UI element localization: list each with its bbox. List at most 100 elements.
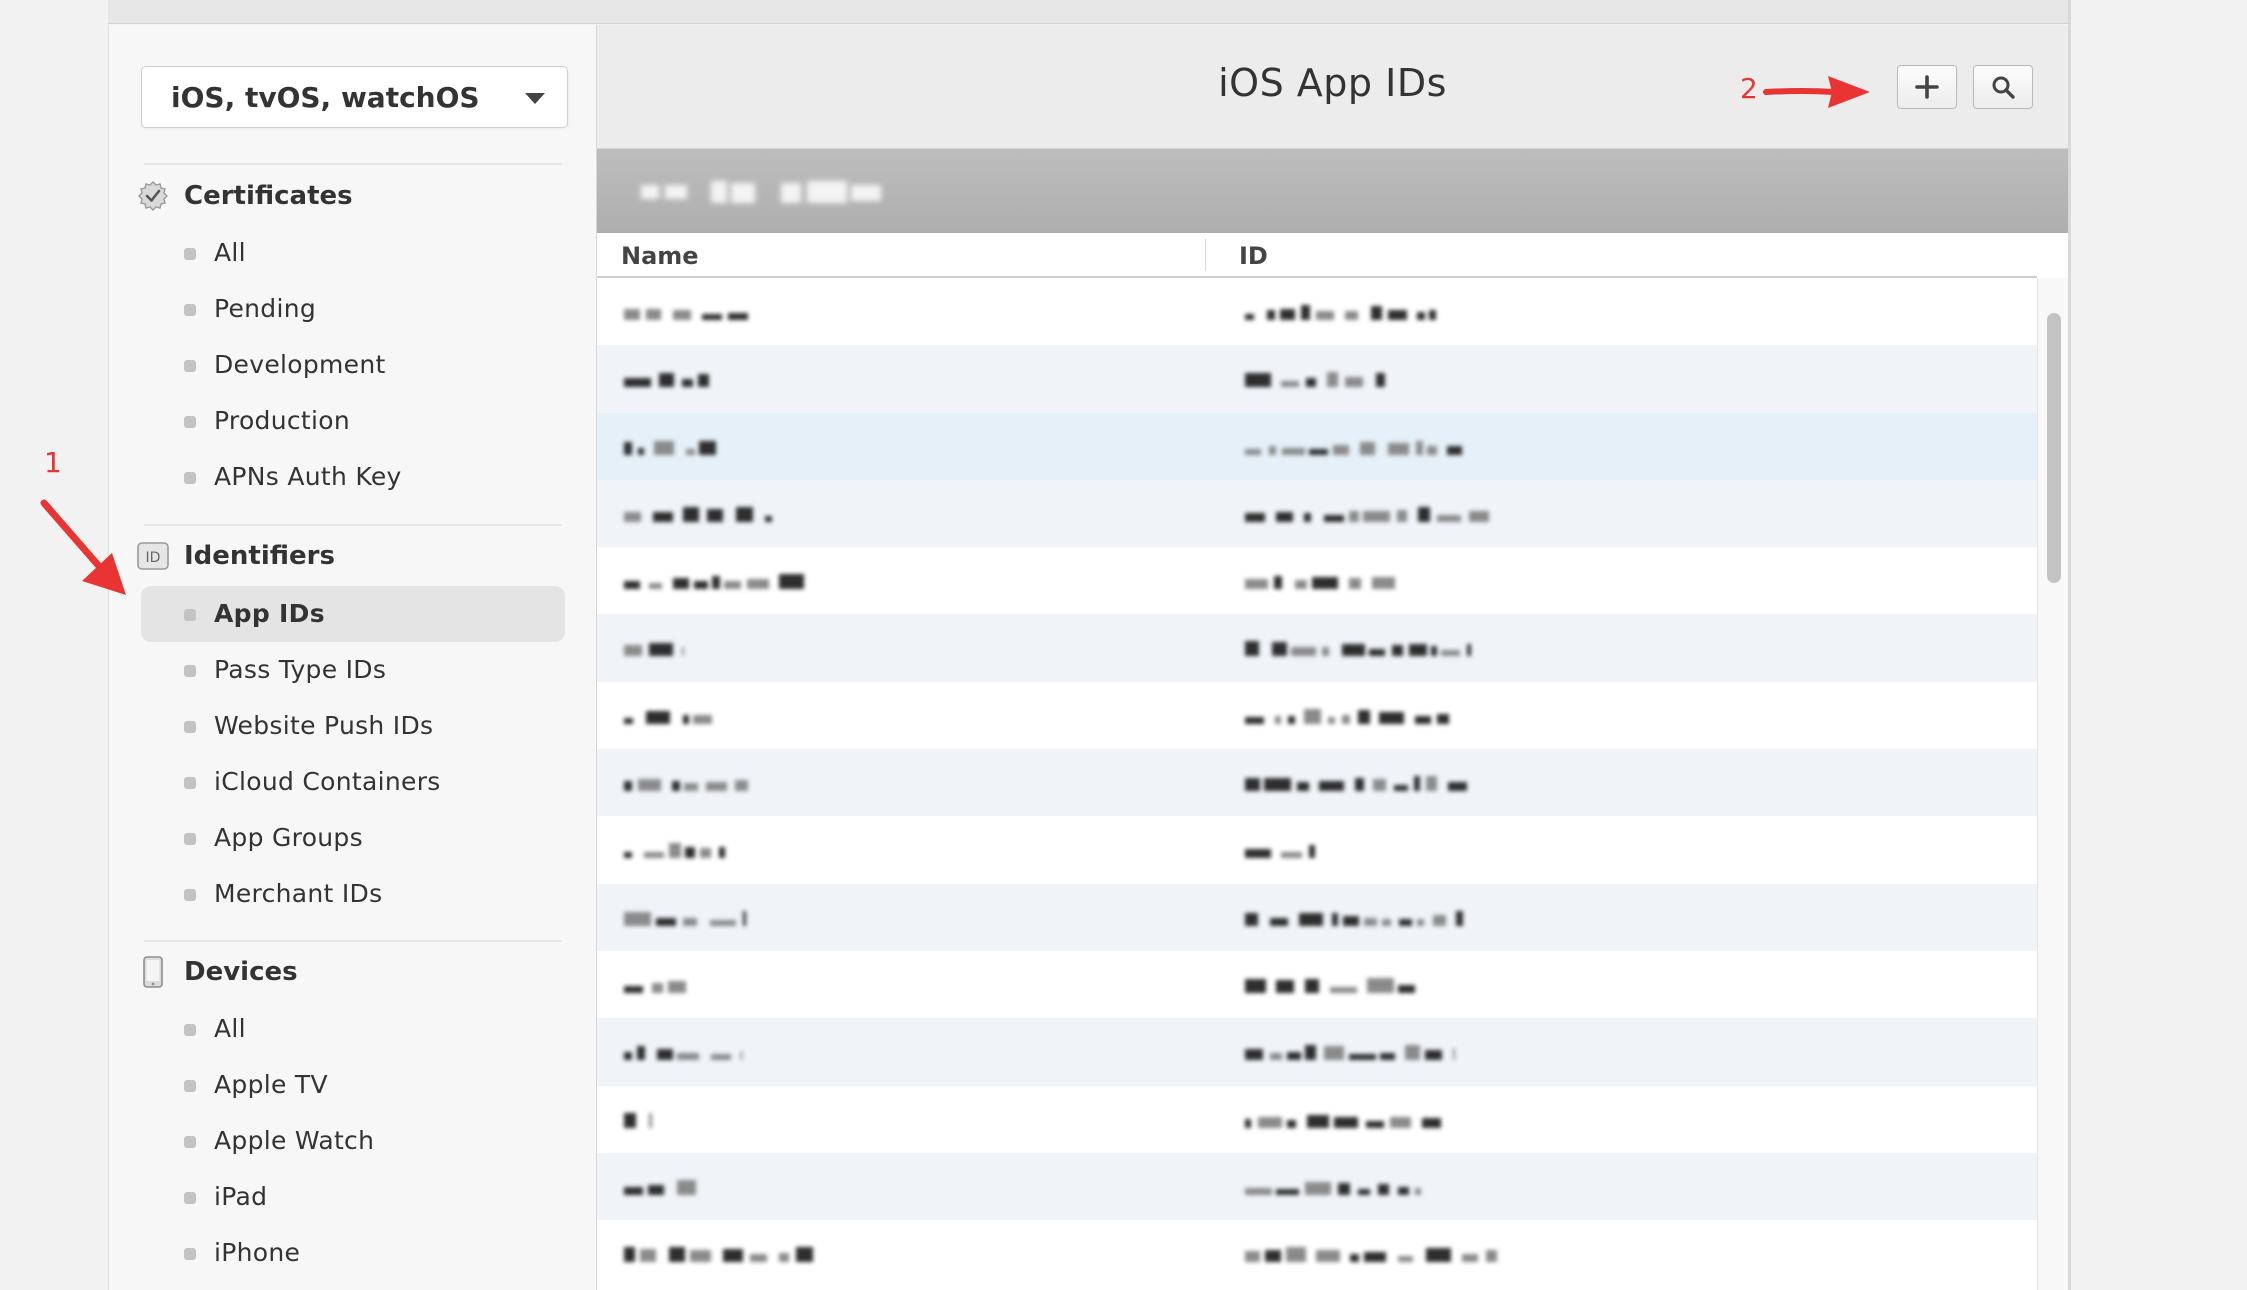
redacted-text xyxy=(624,843,725,859)
svg-text:ID: ID xyxy=(146,550,161,566)
bullet xyxy=(184,665,196,677)
table-row[interactable] xyxy=(597,1085,2037,1153)
redacted-text xyxy=(624,710,712,724)
table-row[interactable] xyxy=(597,278,2037,346)
sidebar-item-label: Pending xyxy=(214,294,317,323)
sidebar-item-label: iPhone xyxy=(214,1238,301,1267)
main-panel: iOS App IDs Name ID xyxy=(597,25,2068,1290)
sidebar-item-label: iPad xyxy=(214,1182,268,1211)
search-button[interactable] xyxy=(1973,65,2033,109)
sidebar-item-label: Apple Watch xyxy=(214,1126,375,1155)
sidebar-item-apple-tv[interactable]: Apple TV xyxy=(141,1057,565,1113)
table-row[interactable] xyxy=(597,749,2037,817)
column-header-name[interactable]: Name xyxy=(621,242,699,270)
platform-select[interactable]: iOS, tvOS, watchOS xyxy=(141,66,568,128)
sidebar-item-label: All xyxy=(214,238,246,267)
redacted-group-label xyxy=(641,181,881,203)
bullet xyxy=(184,833,196,845)
table-row[interactable] xyxy=(597,816,2037,884)
certificate-badge-icon xyxy=(137,180,169,212)
sidebar-item-merchant-ids[interactable]: Merchant IDs xyxy=(141,866,565,922)
sidebar-item-label: Pass Type IDs xyxy=(214,655,387,684)
section-title-certificates: Certificates xyxy=(184,181,353,211)
redacted-text xyxy=(624,440,716,455)
redacted-text xyxy=(1245,776,1467,792)
redacted-text xyxy=(624,980,686,993)
sidebar: iOS, tvOS, watchOS Certificates All Pend… xyxy=(108,25,597,1290)
add-button[interactable] xyxy=(1897,65,1957,109)
redacted-text xyxy=(1245,1247,1497,1263)
bullet xyxy=(184,1248,196,1260)
bullet xyxy=(184,304,196,316)
sidebar-item-production[interactable]: Production xyxy=(141,393,565,449)
id-badge-icon: ID xyxy=(137,540,169,572)
sidebar-item-website-push-ids[interactable]: Website Push IDs xyxy=(141,698,565,754)
window-edge xyxy=(2068,0,2071,1290)
platform-select-value: iOS, tvOS, watchOS xyxy=(171,81,480,114)
sidebar-item-label: Production xyxy=(214,406,351,435)
bullet xyxy=(184,1136,196,1148)
table-row[interactable] xyxy=(597,950,2037,1019)
redacted-text xyxy=(1245,372,1385,388)
redacted-text xyxy=(1245,910,1463,926)
scrollbar-thumb[interactable] xyxy=(2047,313,2061,583)
sidebar-item-devices-all[interactable]: All xyxy=(141,1001,565,1057)
redacted-text xyxy=(1245,1045,1455,1061)
table-header: Name ID xyxy=(597,233,2037,278)
sidebar-item-label: All xyxy=(214,1014,246,1043)
bullet xyxy=(184,1024,196,1036)
sidebar-item-label: App IDs xyxy=(214,599,325,628)
sidebar-item-label: APNs Auth Key xyxy=(214,462,402,491)
sidebar-item-app-ids[interactable]: App IDs xyxy=(141,586,565,642)
sidebar-item-apns-auth-key[interactable]: APNs Auth Key xyxy=(141,449,565,505)
annotation-arrow-1 xyxy=(40,499,126,595)
sidebar-item-label: App Groups xyxy=(214,823,363,852)
redacted-text xyxy=(1245,506,1489,522)
sidebar-item-pending[interactable]: Pending xyxy=(141,281,565,337)
sidebar-item-certificates-all[interactable]: All xyxy=(141,225,565,281)
redacted-text xyxy=(1245,1181,1421,1195)
bullet xyxy=(184,360,196,372)
app-id-list xyxy=(597,278,2037,1290)
table-row[interactable] xyxy=(597,1220,2037,1288)
table-row[interactable] xyxy=(597,1018,2037,1086)
table-row[interactable] xyxy=(597,547,2037,615)
group-bar xyxy=(597,149,2068,233)
bullet xyxy=(184,721,196,733)
search-icon xyxy=(1992,76,2015,99)
table-row[interactable] xyxy=(597,412,2037,480)
table-row[interactable] xyxy=(597,345,2037,413)
scrollbar[interactable] xyxy=(2037,278,2068,1290)
bullet xyxy=(184,1192,196,1204)
bullet xyxy=(184,472,196,484)
sidebar-item-label: Apple TV xyxy=(214,1070,328,1099)
table-row[interactable] xyxy=(597,1152,2037,1221)
table-row[interactable] xyxy=(597,479,2037,548)
top-strip xyxy=(108,0,2068,24)
bullet xyxy=(184,1080,196,1092)
redacted-text xyxy=(624,643,684,657)
sidebar-item-ipad[interactable]: iPad xyxy=(141,1169,565,1225)
sidebar-item-iphone[interactable]: iPhone xyxy=(141,1225,565,1281)
redacted-text xyxy=(1245,708,1449,724)
bullet xyxy=(184,416,196,428)
table-row[interactable] xyxy=(597,614,2037,682)
section-title-devices: Devices xyxy=(184,957,298,987)
sidebar-item-icloud-containers[interactable]: iCloud Containers xyxy=(141,754,565,810)
table-row[interactable] xyxy=(597,883,2037,951)
column-separator xyxy=(1205,239,1206,271)
bullet xyxy=(184,248,196,260)
column-header-id[interactable]: ID xyxy=(1239,242,1268,270)
bullet xyxy=(184,889,196,901)
sidebar-item-development[interactable]: Development xyxy=(141,337,565,393)
annotation-marker-2: 2 xyxy=(1740,72,1758,105)
sidebar-item-pass-type-ids[interactable]: Pass Type IDs xyxy=(141,642,565,698)
chevron-down-icon xyxy=(525,93,545,104)
sidebar-item-apple-watch[interactable]: Apple Watch xyxy=(141,1113,565,1169)
table-row[interactable] xyxy=(597,681,2037,750)
redacted-text xyxy=(624,574,804,590)
redacted-text xyxy=(624,779,748,792)
section-title-identifiers: Identifiers xyxy=(184,541,335,571)
section-header-devices: Devices xyxy=(137,952,298,992)
sidebar-item-app-groups[interactable]: App Groups xyxy=(141,810,565,866)
